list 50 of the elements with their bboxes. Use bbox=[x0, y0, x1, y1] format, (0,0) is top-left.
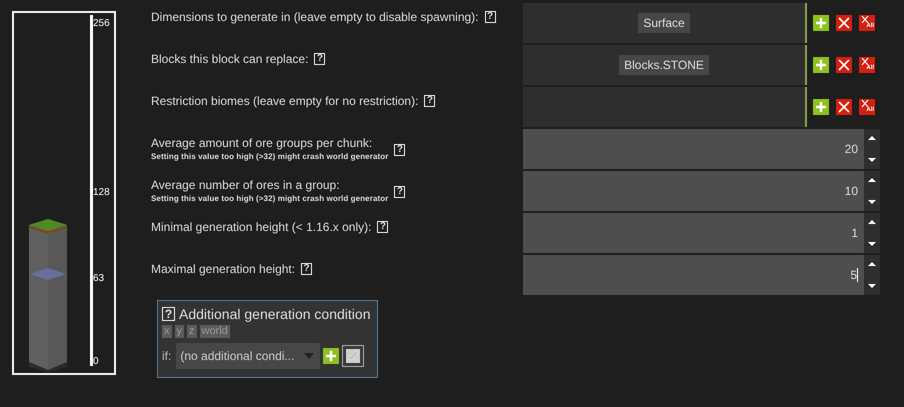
field-label: Average amount of ore groups per chunk: bbox=[151, 136, 374, 151]
scale-label: 128 bbox=[93, 187, 110, 199]
decrement-icon[interactable] bbox=[868, 200, 876, 204]
dropdown-caret-icon bbox=[304, 353, 314, 359]
number-field[interactable]: 5 bbox=[523, 255, 864, 295]
cross-icon bbox=[861, 16, 869, 23]
increment-icon[interactable] bbox=[868, 136, 876, 140]
scale-label: 0 bbox=[93, 356, 99, 368]
increment-icon[interactable] bbox=[868, 262, 876, 266]
decrement-icon[interactable] bbox=[868, 158, 876, 162]
scale-label: 63 bbox=[93, 273, 104, 285]
list-entry[interactable]: Surface bbox=[638, 13, 690, 33]
cross-icon bbox=[861, 58, 869, 65]
help-button[interactable]: ? bbox=[484, 11, 496, 23]
condition-dropdown[interactable]: (no additional condi... bbox=[176, 343, 320, 369]
help-button[interactable]: ? bbox=[314, 53, 326, 65]
help-button[interactable]: ? bbox=[394, 186, 406, 198]
field-label: Average number of ores in a group: bbox=[151, 178, 341, 193]
increment-icon[interactable] bbox=[868, 178, 876, 182]
increment-icon[interactable] bbox=[868, 220, 876, 224]
scale-label: 256 bbox=[93, 18, 110, 30]
decrement-icon[interactable] bbox=[868, 284, 876, 288]
remove-icon[interactable] bbox=[836, 15, 852, 31]
edit-button[interactable] bbox=[342, 345, 364, 367]
field-label: Maximal generation height: bbox=[151, 262, 296, 277]
remove-icon[interactable] bbox=[836, 99, 852, 115]
if-label: if: bbox=[162, 349, 172, 363]
field-label: Blocks this block can replace: bbox=[151, 52, 308, 67]
panel-title: Additional generation condition bbox=[179, 306, 370, 322]
cross-icon bbox=[861, 100, 869, 107]
help-button[interactable]: ? bbox=[162, 307, 175, 321]
help-button[interactable]: ? bbox=[424, 95, 436, 107]
list-field[interactable]: Surface bbox=[523, 3, 807, 43]
remove-icon[interactable] bbox=[836, 57, 852, 73]
help-button[interactable]: ? bbox=[394, 144, 406, 156]
list-field[interactable]: Blocks.STONE bbox=[523, 45, 807, 85]
number-field[interactable]: 20 bbox=[523, 129, 864, 169]
help-button[interactable]: ? bbox=[377, 221, 388, 233]
field-label: Restriction biomes (leave empty for no restriction): bbox=[151, 94, 418, 109]
warning-note: Setting this value too high (>32) might crash world generator bbox=[151, 193, 388, 204]
add-icon[interactable] bbox=[323, 348, 340, 364]
number-field[interactable]: 1 bbox=[523, 213, 864, 253]
field-label: Minimal generation height (< 1.16.x only): bbox=[151, 220, 372, 235]
help-button[interactable]: ? bbox=[301, 263, 312, 275]
field-label: Dimensions to generate in (leave empty to disable spawning): bbox=[151, 10, 479, 25]
warning-note: Setting this value too high (>32) might crash world generator bbox=[151, 151, 388, 162]
number-field[interactable]: 10 bbox=[523, 171, 864, 211]
decrement-icon[interactable] bbox=[868, 242, 876, 246]
list-entry[interactable]: Blocks.STONE bbox=[619, 55, 709, 75]
list-field[interactable] bbox=[523, 87, 807, 127]
